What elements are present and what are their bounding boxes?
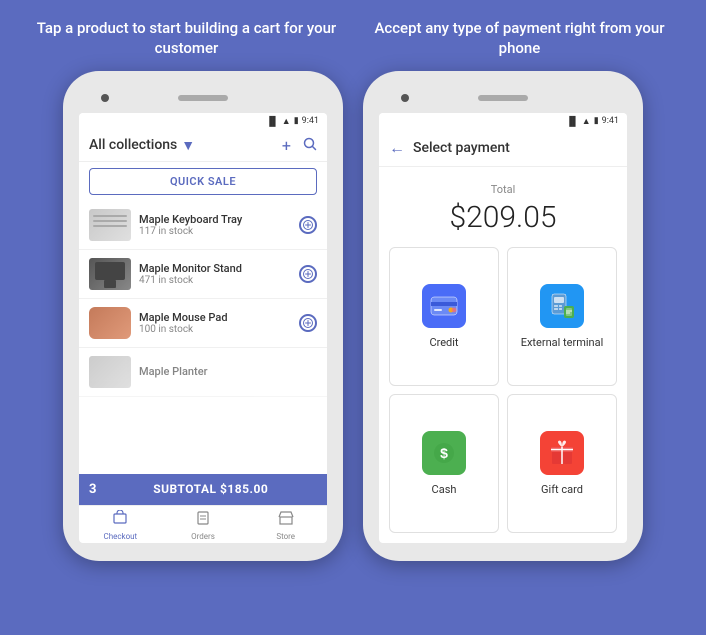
product-thumb-monitor: [89, 258, 131, 290]
terminal-label: External terminal: [521, 336, 604, 349]
product-stock-monitor: 471 in stock: [139, 275, 291, 286]
speaker-left: [178, 95, 228, 101]
phone-left-top: [71, 89, 335, 107]
collections-dropdown[interactable]: All collections ▼: [89, 137, 195, 154]
time-right: 9:41: [602, 116, 619, 126]
wifi-icon: ▲: [282, 116, 291, 127]
product-thumb-mouse: [89, 307, 131, 339]
cart-count: 3: [89, 482, 96, 497]
product-thumb-keyboard: [89, 209, 131, 241]
cash-icon: $: [422, 431, 466, 475]
gift-icon: [540, 431, 584, 475]
camera-right: [401, 94, 409, 102]
store-icon: [278, 510, 294, 530]
add-to-cart-monitor[interactable]: [299, 265, 317, 283]
screen-left: ▐▌ ▲ ▮ 9:41 All collections ▼ +: [79, 113, 327, 543]
product-info-mouse: Maple Mouse Pad 100 in stock: [139, 311, 291, 335]
product-name-mouse: Maple Mouse Pad: [139, 311, 291, 324]
wifi-icon-r: ▲: [582, 116, 591, 127]
credit-label: Credit: [429, 336, 458, 349]
list-item[interactable]: Maple Mouse Pad 100 in stock: [79, 299, 327, 348]
right-headline: Accept any type of payment right from yo…: [353, 18, 686, 59]
nav-checkout[interactable]: Checkout: [79, 510, 162, 541]
cart-subtotal: SUBTOTAL $185.00: [104, 482, 317, 496]
terminal-icon: [540, 284, 584, 328]
credit-icon: [422, 284, 466, 328]
dropdown-arrow-icon: ▼: [181, 137, 195, 154]
phone-right: ▐▌ ▲ ▮ 9:41 ← Select payment Total $209.…: [363, 71, 643, 561]
add-to-cart-mouse[interactable]: [299, 314, 317, 332]
list-item[interactable]: Maple Planter: [79, 348, 327, 397]
product-list: Maple Keyboard Tray 117 in stock: [79, 201, 327, 474]
products-header: All collections ▼ +: [79, 130, 327, 162]
phones-row: ▐▌ ▲ ▮ 9:41 All collections ▼ +: [0, 71, 706, 561]
product-name-monitor: Maple Monitor Stand: [139, 262, 291, 275]
product-info-planter: Maple Planter: [139, 365, 317, 378]
add-item-icon[interactable]: +: [282, 136, 291, 155]
screen-right: ▐▌ ▲ ▮ 9:41 ← Select payment Total $209.…: [379, 113, 627, 543]
checkout-icon: [112, 510, 128, 530]
nav-orders[interactable]: Orders: [162, 510, 245, 541]
camera-left: [101, 94, 109, 102]
product-name-keyboard: Maple Keyboard Tray: [139, 213, 291, 226]
quick-sale-button[interactable]: QUICK SALE: [89, 168, 317, 195]
add-to-cart-keyboard[interactable]: [299, 216, 317, 234]
product-thumb-planter: [89, 356, 131, 388]
cash-label: Cash: [432, 483, 457, 496]
total-label: Total: [389, 183, 617, 196]
nav-store[interactable]: Store: [244, 510, 327, 541]
nav-store-label: Store: [276, 532, 295, 541]
battery-icon: ▮: [294, 116, 299, 126]
nav-orders-label: Orders: [191, 532, 215, 541]
phone-left: ▐▌ ▲ ▮ 9:41 All collections ▼ +: [63, 71, 343, 561]
product-info-keyboard: Maple Keyboard Tray 117 in stock: [139, 213, 291, 237]
battery-icon-r: ▮: [594, 116, 599, 126]
bottom-nav: Checkout Orders Store: [79, 505, 327, 543]
payment-option-credit[interactable]: Credit: [389, 247, 499, 386]
list-item[interactable]: Maple Keyboard Tray 117 in stock: [79, 201, 327, 250]
product-info-monitor: Maple Monitor Stand 471 in stock: [139, 262, 291, 286]
status-bar-right: ▐▌ ▲ ▮ 9:41: [379, 113, 627, 130]
total-section: Total $209.05: [379, 167, 627, 247]
product-name-planter: Maple Planter: [139, 365, 317, 378]
signal-icon-r: ▐▌: [566, 116, 579, 127]
search-icon[interactable]: [303, 136, 317, 155]
payment-option-cash[interactable]: $ Cash: [389, 394, 499, 533]
payment-title: Select payment: [413, 140, 510, 156]
payment-header: ← Select payment: [379, 130, 627, 167]
payment-option-gift[interactable]: Gift card: [507, 394, 617, 533]
phone-right-top: [371, 89, 635, 107]
gift-label: Gift card: [541, 483, 583, 496]
speaker-right: [478, 95, 528, 101]
page-container: Tap a product to start building a cart f…: [0, 0, 706, 635]
time-left: 9:41: [302, 116, 319, 126]
signal-icon: ▐▌: [266, 116, 279, 127]
payment-option-terminal[interactable]: External terminal: [507, 247, 617, 386]
collections-label-text: All collections: [89, 137, 177, 153]
product-stock-mouse: 100 in stock: [139, 324, 291, 335]
header-icons: +: [282, 136, 317, 155]
svg-text:$: $: [440, 445, 448, 461]
nav-checkout-label: Checkout: [103, 532, 137, 541]
orders-icon: [195, 510, 211, 530]
list-item[interactable]: Maple Monitor Stand 471 in stock: [79, 250, 327, 299]
payment-options-grid: Credit: [379, 247, 627, 543]
left-headline: Tap a product to start building a cart f…: [20, 18, 353, 59]
status-bar-left: ▐▌ ▲ ▮ 9:41: [79, 113, 327, 130]
product-stock-keyboard: 117 in stock: [139, 226, 291, 237]
cart-bar[interactable]: 3 SUBTOTAL $185.00: [79, 474, 327, 505]
headlines-row: Tap a product to start building a cart f…: [0, 0, 706, 71]
back-button[interactable]: ←: [389, 138, 405, 158]
total-amount: $209.05: [389, 200, 617, 235]
